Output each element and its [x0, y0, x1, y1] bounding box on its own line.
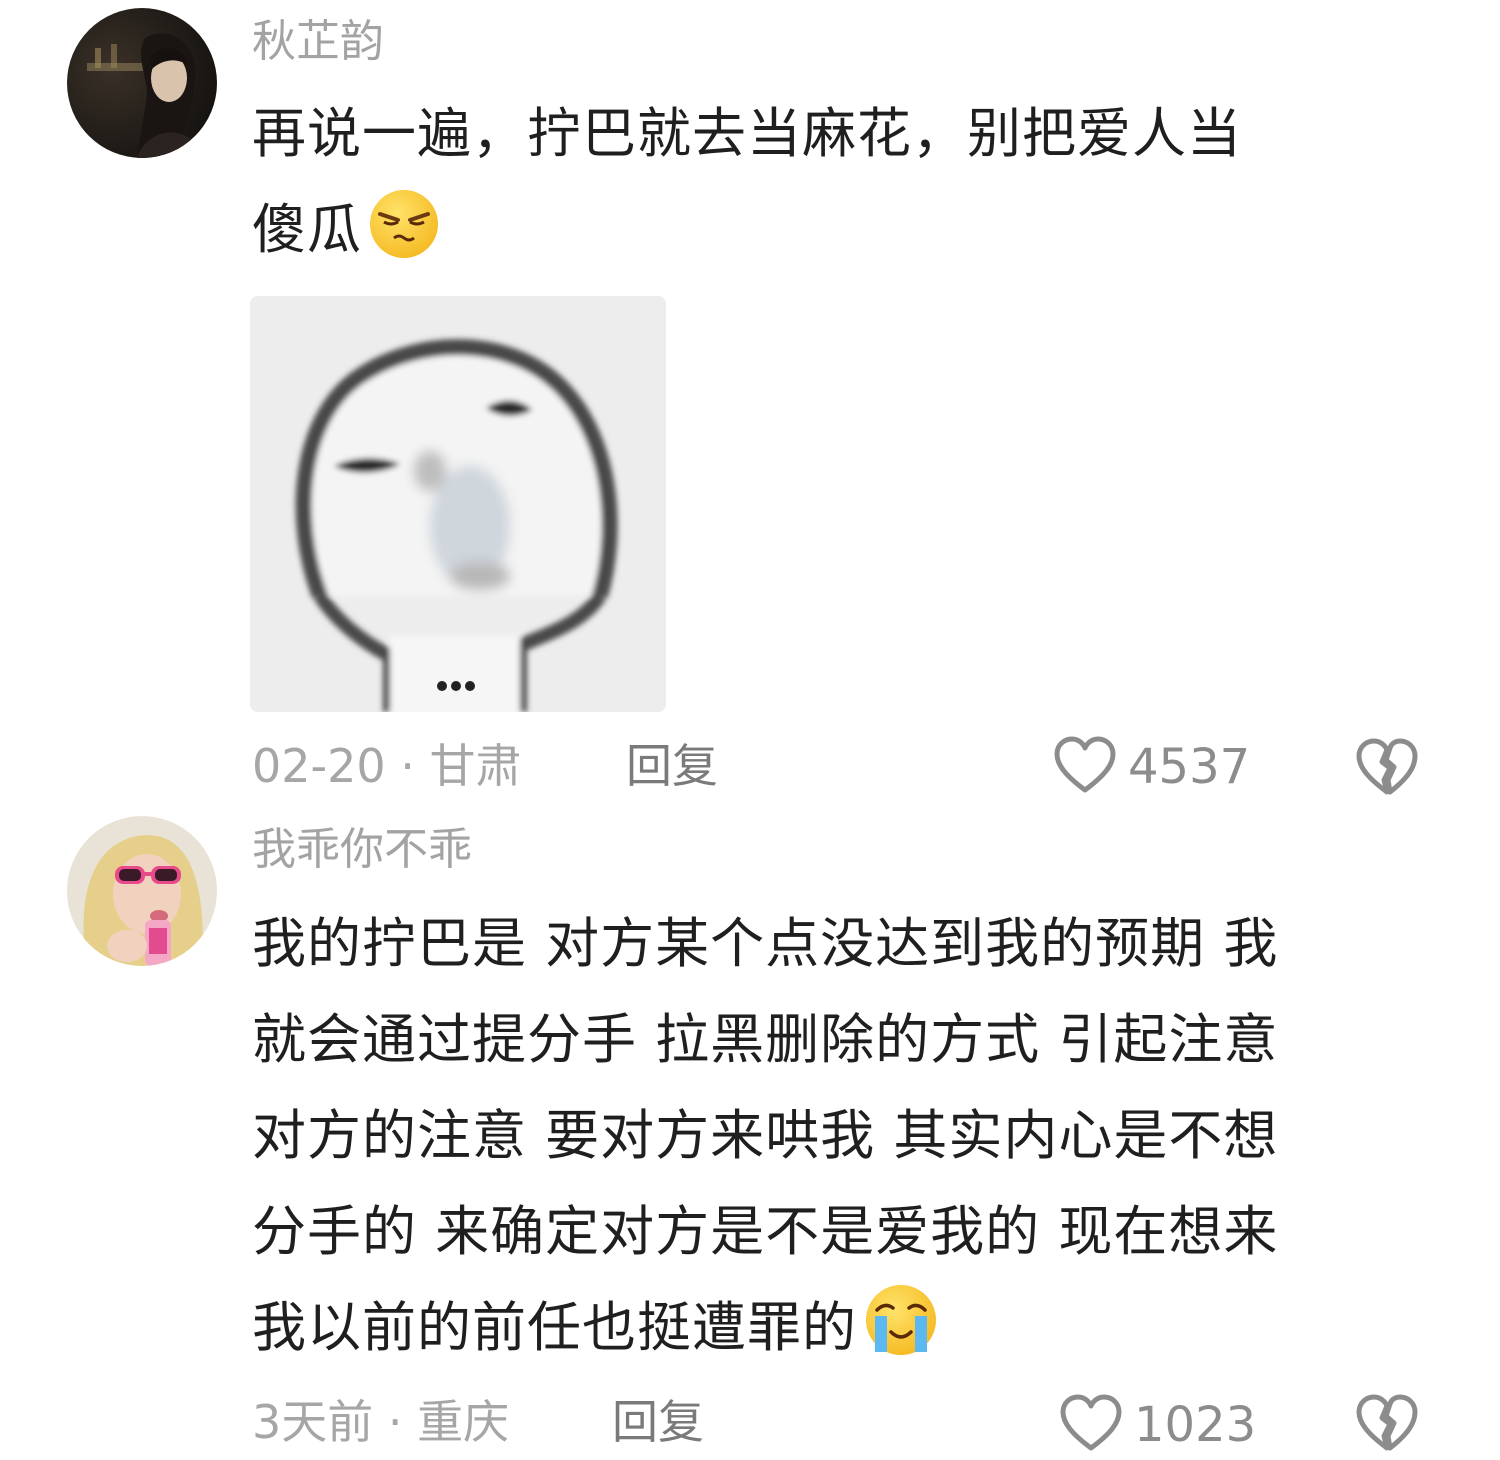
- annoyed-face-emoji-icon: [366, 186, 442, 292]
- comment-text-line: 我以前的前任也挺遭罪的: [252, 1296, 857, 1359]
- comment-text: 再说一遍，拧巴就去当麻花，别把爱人当 傻瓜: [252, 86, 1432, 292]
- like-button[interactable]: 1023: [1058, 1392, 1256, 1458]
- broken-heart-icon[interactable]: [1354, 1392, 1420, 1458]
- meta-separator: ·: [385, 739, 430, 793]
- like-count: 1023: [1134, 1397, 1257, 1453]
- reply-button[interactable]: 回复: [612, 1394, 704, 1450]
- comment-text-line: 就会通过提分手 拉黑删除的方式 引起注意: [252, 1008, 1279, 1071]
- comment-location: 重庆: [417, 1395, 510, 1449]
- comment-meta: 02-20 · 甘肃: [252, 738, 522, 794]
- heart-icon: [1052, 734, 1118, 800]
- like-count: 4537: [1128, 739, 1251, 795]
- reply-button[interactable]: 回复: [626, 738, 718, 794]
- comment-username[interactable]: 我乖你不乖: [252, 822, 472, 878]
- comment-text-line: 分手的 来确定对方是不是爱我的 现在想来: [252, 1200, 1279, 1263]
- meme-face-sticker[interactable]: [250, 296, 666, 712]
- comment-date: 02-20: [252, 739, 386, 793]
- crying-face-emoji-icon: [861, 1280, 941, 1390]
- comment-meta: 3天前 · 重庆: [252, 1394, 509, 1450]
- avatar[interactable]: [67, 8, 217, 158]
- like-button[interactable]: 4537: [1052, 734, 1250, 800]
- comment-text: 我的拧巴是 对方某个点没达到我的预期 我 就会通过提分手 拉黑删除的方式 引起注…: [252, 896, 1432, 1390]
- avatar[interactable]: [67, 816, 217, 966]
- heart-icon: [1058, 1392, 1124, 1458]
- comment-text-line: 再说一遍，拧巴就去当麻花，别把爱人当: [252, 102, 1242, 165]
- comment-location: 甘肃: [429, 739, 522, 793]
- broken-heart-icon[interactable]: [1354, 736, 1420, 802]
- comment-text-line: 傻瓜: [252, 198, 362, 261]
- comment-username[interactable]: 秋芷韵: [252, 14, 384, 70]
- comment-text-line: 对方的注意 要对方来哄我 其实内心是不想: [252, 1104, 1279, 1167]
- comment-date: 3天前: [252, 1395, 374, 1449]
- meta-separator: ·: [373, 1395, 418, 1449]
- comment-text-line: 我的拧巴是 对方某个点没达到我的预期 我: [252, 912, 1279, 975]
